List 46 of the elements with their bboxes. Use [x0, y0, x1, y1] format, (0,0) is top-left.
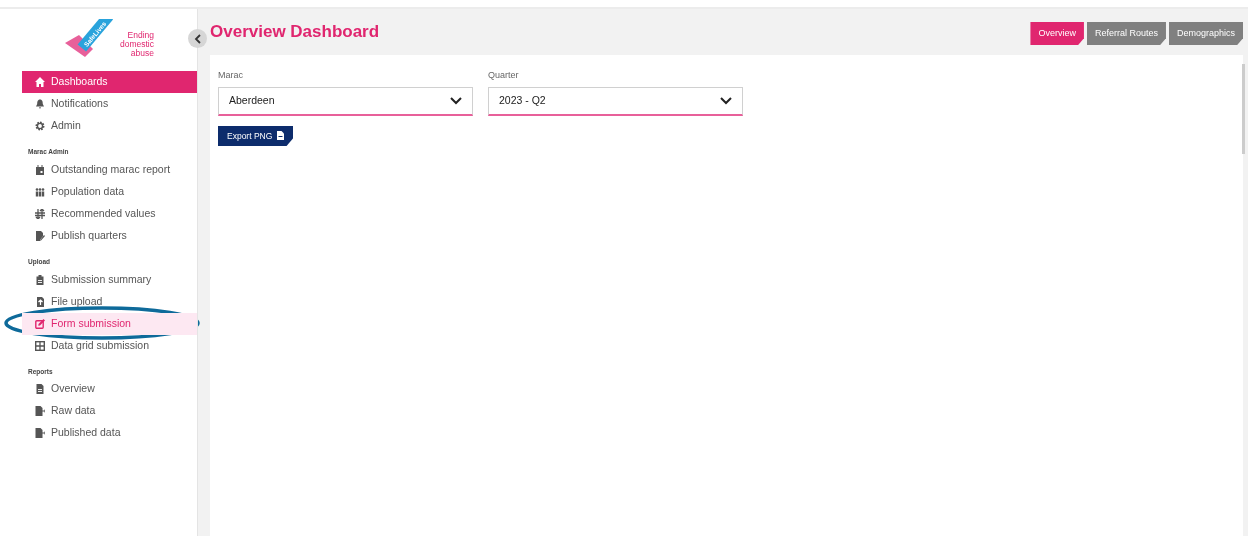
- edit-icon: [35, 318, 45, 329]
- chevron-down-icon: [720, 96, 732, 105]
- chevron-down-icon: [450, 96, 462, 105]
- sidebar-item[interactable]: Admin: [22, 115, 197, 137]
- sort-arrows-icon: [35, 208, 45, 219]
- tagline-text: domestic: [119, 39, 154, 49]
- sidebar-item[interactable]: Notifications: [22, 93, 197, 115]
- document-icon: [35, 384, 45, 395]
- people-icon: [35, 186, 45, 197]
- tab[interactable]: Referral Routes: [1086, 21, 1166, 46]
- calendar-icon: [35, 164, 45, 175]
- tagline-text: abuse: [130, 48, 154, 58]
- sidebar-item[interactable]: Overview: [22, 378, 197, 401]
- page-title: Overview Dashboard: [210, 21, 380, 43]
- scrollbar[interactable]: [1242, 64, 1245, 154]
- sidebar-item[interactable]: Outstanding marac report: [22, 158, 197, 181]
- sidebar-item[interactable]: Published data: [22, 422, 197, 445]
- sidebar-item[interactable]: Form submission: [22, 312, 197, 335]
- document-pen-icon: [35, 230, 45, 241]
- sidebar-item[interactable]: Population data: [22, 180, 197, 203]
- export-button[interactable]: Export PNG: [218, 125, 294, 147]
- gear-icon: [35, 121, 45, 131]
- select-field[interactable]: 2023 - Q2: [488, 86, 743, 116]
- file-upload-icon: [35, 296, 45, 307]
- sidebar-item[interactable]: Data grid submission: [22, 334, 197, 357]
- tab[interactable]: Demographics: [1168, 21, 1243, 46]
- clipboard-icon: [35, 274, 45, 285]
- file-icon: [277, 131, 285, 141]
- chevron-left-icon: [193, 33, 202, 44]
- field-label: Marac: [218, 69, 244, 82]
- file-export-icon: [35, 406, 45, 417]
- sidebar-item[interactable]: File upload: [22, 290, 197, 313]
- sidebar-item[interactable]: Raw data: [22, 400, 197, 423]
- field-label: Quarter: [488, 69, 520, 82]
- sidebar-item[interactable]: Recommended values: [22, 202, 197, 225]
- sidebar-item[interactable]: Publish quarters: [22, 224, 197, 247]
- bell-icon: [35, 99, 45, 109]
- file-export-icon: [35, 428, 45, 439]
- home-icon: [35, 77, 45, 87]
- logo-drawing: [64, 19, 113, 57]
- tab[interactable]: Overview: [1030, 21, 1084, 46]
- sidebar-item[interactable]: Submission summary: [22, 268, 197, 291]
- select-field[interactable]: Aberdeen: [218, 86, 473, 116]
- table-icon: [35, 340, 45, 351]
- tagline-text: Ending: [127, 30, 154, 40]
- sidebar-item[interactable]: Dashboards: [22, 71, 197, 93]
